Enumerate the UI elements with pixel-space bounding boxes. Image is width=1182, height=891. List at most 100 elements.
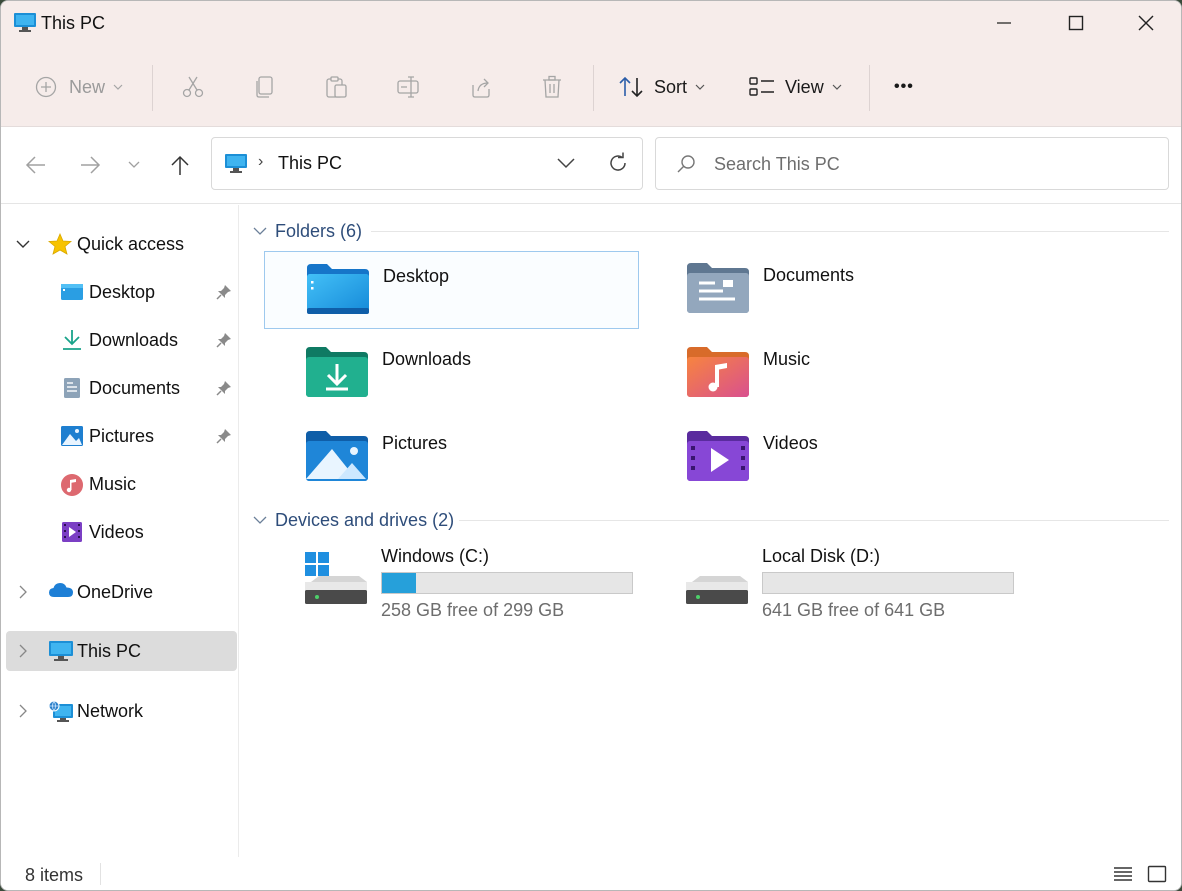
expand-chevron-icon[interactable] bbox=[14, 702, 32, 720]
rename-button[interactable] bbox=[396, 69, 422, 105]
plus-circle-icon bbox=[35, 76, 57, 98]
sidebar-item-label: Videos bbox=[89, 522, 144, 542]
drive-usage-bar bbox=[762, 572, 1014, 594]
close-button[interactable] bbox=[1111, 1, 1181, 45]
toolbar-separator bbox=[593, 65, 594, 111]
drive-usage-fill bbox=[382, 573, 417, 593]
expand-chevron-icon[interactable] bbox=[14, 642, 32, 660]
expand-chevron-icon[interactable] bbox=[14, 583, 32, 601]
sidebar-item-pictures[interactable]: Pictures bbox=[6, 416, 237, 456]
cut-button[interactable] bbox=[181, 69, 205, 105]
sidebar-item-documents[interactable]: Documents bbox=[6, 368, 237, 408]
minimize-button[interactable] bbox=[969, 1, 1039, 45]
pin-icon bbox=[216, 284, 232, 305]
search-icon bbox=[676, 154, 696, 179]
sidebar-item-label: Downloads bbox=[89, 330, 179, 350]
drive-name: Windows (C:) bbox=[381, 546, 490, 566]
sidebar-item-label: Music bbox=[89, 474, 137, 494]
breadcrumb-chevron-icon[interactable]: › bbox=[258, 153, 263, 171]
large-icons-view-button[interactable] bbox=[1146, 863, 1168, 885]
folder-tile-documents[interactable]: Documents bbox=[645, 251, 1020, 329]
paste-button[interactable] bbox=[325, 69, 349, 105]
folder-name: Pictures bbox=[382, 433, 448, 453]
sidebar-item-quick-access[interactable]: Quick access bbox=[6, 224, 237, 264]
share-button[interactable] bbox=[469, 69, 493, 105]
drive-name: Local Disk (D:) bbox=[762, 546, 881, 566]
arrow-right-icon bbox=[81, 156, 101, 174]
folder-name: Videos bbox=[763, 433, 818, 453]
recent-locations-button[interactable] bbox=[119, 150, 149, 180]
title-bar[interactable]: This PC bbox=[1, 1, 1181, 47]
sidebar-item-label: Pictures bbox=[89, 426, 155, 446]
network-icon bbox=[48, 700, 73, 722]
copy-button[interactable] bbox=[254, 69, 276, 105]
file-explorer-window: This PC New Sort View ••• › This PC Sear… bbox=[0, 0, 1182, 891]
forward-button[interactable] bbox=[75, 150, 105, 180]
breadcrumb-this-pc[interactable]: This PC bbox=[278, 153, 342, 174]
more-options-button[interactable]: ••• bbox=[894, 69, 914, 105]
paste-icon bbox=[326, 76, 347, 98]
minimize-icon bbox=[997, 22, 1011, 24]
hard-drive-icon bbox=[684, 552, 750, 613]
chevron-down-icon bbox=[128, 161, 140, 168]
pin-icon bbox=[216, 428, 232, 449]
sidebar-item-network[interactable]: Network bbox=[6, 691, 237, 731]
desktop-folder-icon bbox=[305, 262, 371, 321]
view-button[interactable]: View bbox=[749, 69, 842, 105]
folders-section-header[interactable]: Folders (6) bbox=[253, 218, 362, 244]
videos-icon bbox=[60, 521, 84, 543]
toolbar-separator bbox=[869, 65, 870, 111]
share-icon bbox=[472, 78, 490, 98]
search-box[interactable] bbox=[655, 137, 1169, 190]
refresh-button[interactable] bbox=[606, 151, 630, 180]
music-folder-icon bbox=[685, 345, 751, 404]
sidebar-item-videos[interactable]: Videos bbox=[6, 512, 237, 552]
maximize-button[interactable] bbox=[1041, 1, 1111, 45]
sidebar-item-onedrive[interactable]: OneDrive bbox=[6, 572, 237, 612]
pictures-folder-icon bbox=[304, 429, 370, 488]
details-view-button[interactable] bbox=[1112, 863, 1134, 885]
address-row: › This PC bbox=[1, 128, 1181, 204]
section-divider bbox=[371, 231, 1169, 232]
address-dropdown-button[interactable] bbox=[556, 154, 576, 174]
folder-tile-pictures[interactable]: Pictures bbox=[264, 419, 639, 497]
sidebar-item-label: This PC bbox=[77, 641, 142, 661]
this-pc-icon bbox=[13, 12, 37, 32]
folder-name: Documents bbox=[763, 265, 855, 285]
folder-tile-downloads[interactable]: Downloads bbox=[264, 335, 639, 413]
sidebar-item-label: Quick access bbox=[77, 234, 185, 254]
folder-tile-desktop[interactable]: Desktop bbox=[264, 251, 639, 329]
sidebar-item-desktop[interactable]: Desktop bbox=[6, 272, 237, 312]
maximize-icon bbox=[1068, 15, 1084, 31]
new-button[interactable]: New bbox=[35, 69, 123, 105]
close-icon bbox=[1138, 15, 1154, 31]
drive-tile-d[interactable]: Local Disk (D:) 641 GB free of 641 GB bbox=[622, 546, 1014, 626]
tiles-view-icon bbox=[1147, 865, 1167, 883]
sidebar-item-downloads[interactable]: Downloads bbox=[6, 320, 237, 360]
back-button[interactable] bbox=[21, 150, 51, 180]
drives-header-label: Devices and drives (2) bbox=[275, 509, 455, 530]
drives-section-header[interactable]: Devices and drives (2) bbox=[253, 507, 454, 533]
section-divider bbox=[459, 520, 1169, 521]
sidebar-item-label: OneDrive bbox=[77, 582, 154, 602]
pin-icon bbox=[216, 332, 232, 353]
drive-tile-c[interactable]: Windows (C:) 258 GB free of 299 GB bbox=[241, 546, 633, 626]
address-bar[interactable]: › This PC bbox=[211, 137, 643, 190]
up-button[interactable] bbox=[165, 150, 195, 180]
cut-icon bbox=[182, 76, 204, 98]
window-chrome: This PC New Sort View ••• bbox=[1, 1, 1181, 127]
search-input[interactable] bbox=[714, 150, 1134, 178]
sidebar-item-this-pc[interactable]: This PC bbox=[6, 631, 237, 671]
folder-tile-videos[interactable]: Videos bbox=[645, 419, 1020, 497]
delete-button[interactable] bbox=[541, 69, 563, 105]
new-label: New bbox=[69, 76, 106, 97]
collapse-chevron-icon bbox=[253, 516, 267, 524]
sidebar-item-label: Documents bbox=[89, 378, 181, 398]
desktop-icon bbox=[60, 281, 84, 303]
star-icon bbox=[47, 232, 73, 255]
sort-button[interactable]: Sort bbox=[618, 69, 705, 105]
sidebar-item-music[interactable]: Music bbox=[6, 464, 237, 504]
copy-icon bbox=[256, 76, 273, 98]
folder-tile-music[interactable]: Music bbox=[645, 335, 1020, 413]
collapse-chevron-icon[interactable] bbox=[14, 235, 32, 253]
